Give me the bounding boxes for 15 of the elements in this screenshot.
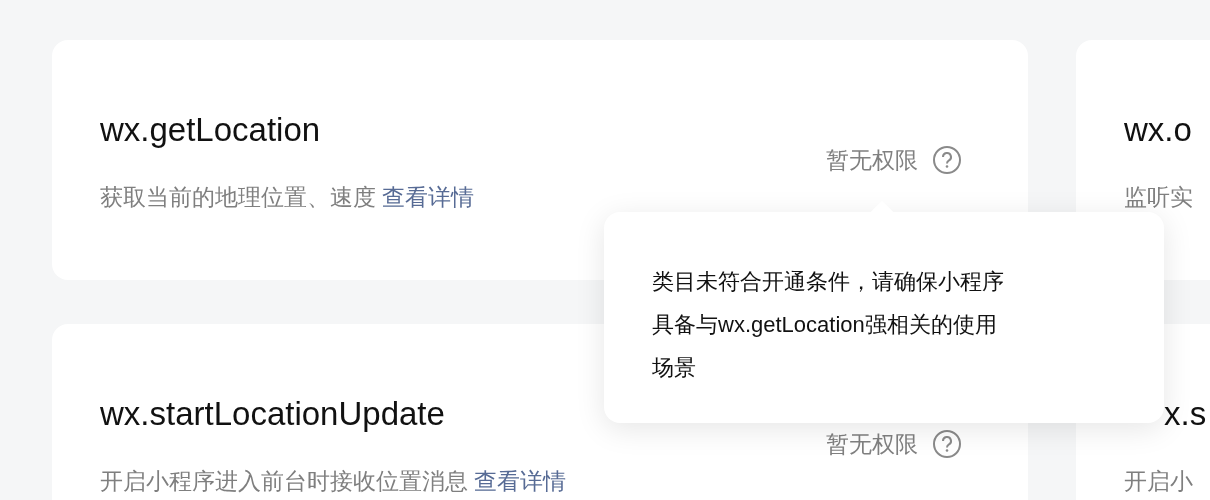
api-description: 获取当前的地理位置、速度: [100, 184, 376, 210]
permission-status: 暂无权限: [826, 146, 918, 175]
details-link[interactable]: 查看详情: [474, 468, 566, 494]
api-title: x.s: [1164, 394, 1207, 434]
api-description: 开启小: [1124, 468, 1193, 494]
help-icon[interactable]: [932, 145, 962, 175]
help-icon[interactable]: [932, 429, 962, 459]
permission-status: 暂无权限: [826, 430, 918, 459]
api-description: 开启小程序进入前台时接收位置消息: [100, 468, 468, 494]
api-title: wx.getLocation: [100, 110, 321, 150]
api-title: wx.o: [1124, 110, 1192, 150]
tooltip-text: 类目未符合开通条件，请确保小程序具备与wx.getLocation强相关的使用场景: [652, 268, 1005, 382]
api-title: wx.startLocationUpdate: [100, 394, 445, 434]
api-description: 监听实: [1124, 184, 1193, 210]
details-link[interactable]: 查看详情: [382, 184, 474, 210]
